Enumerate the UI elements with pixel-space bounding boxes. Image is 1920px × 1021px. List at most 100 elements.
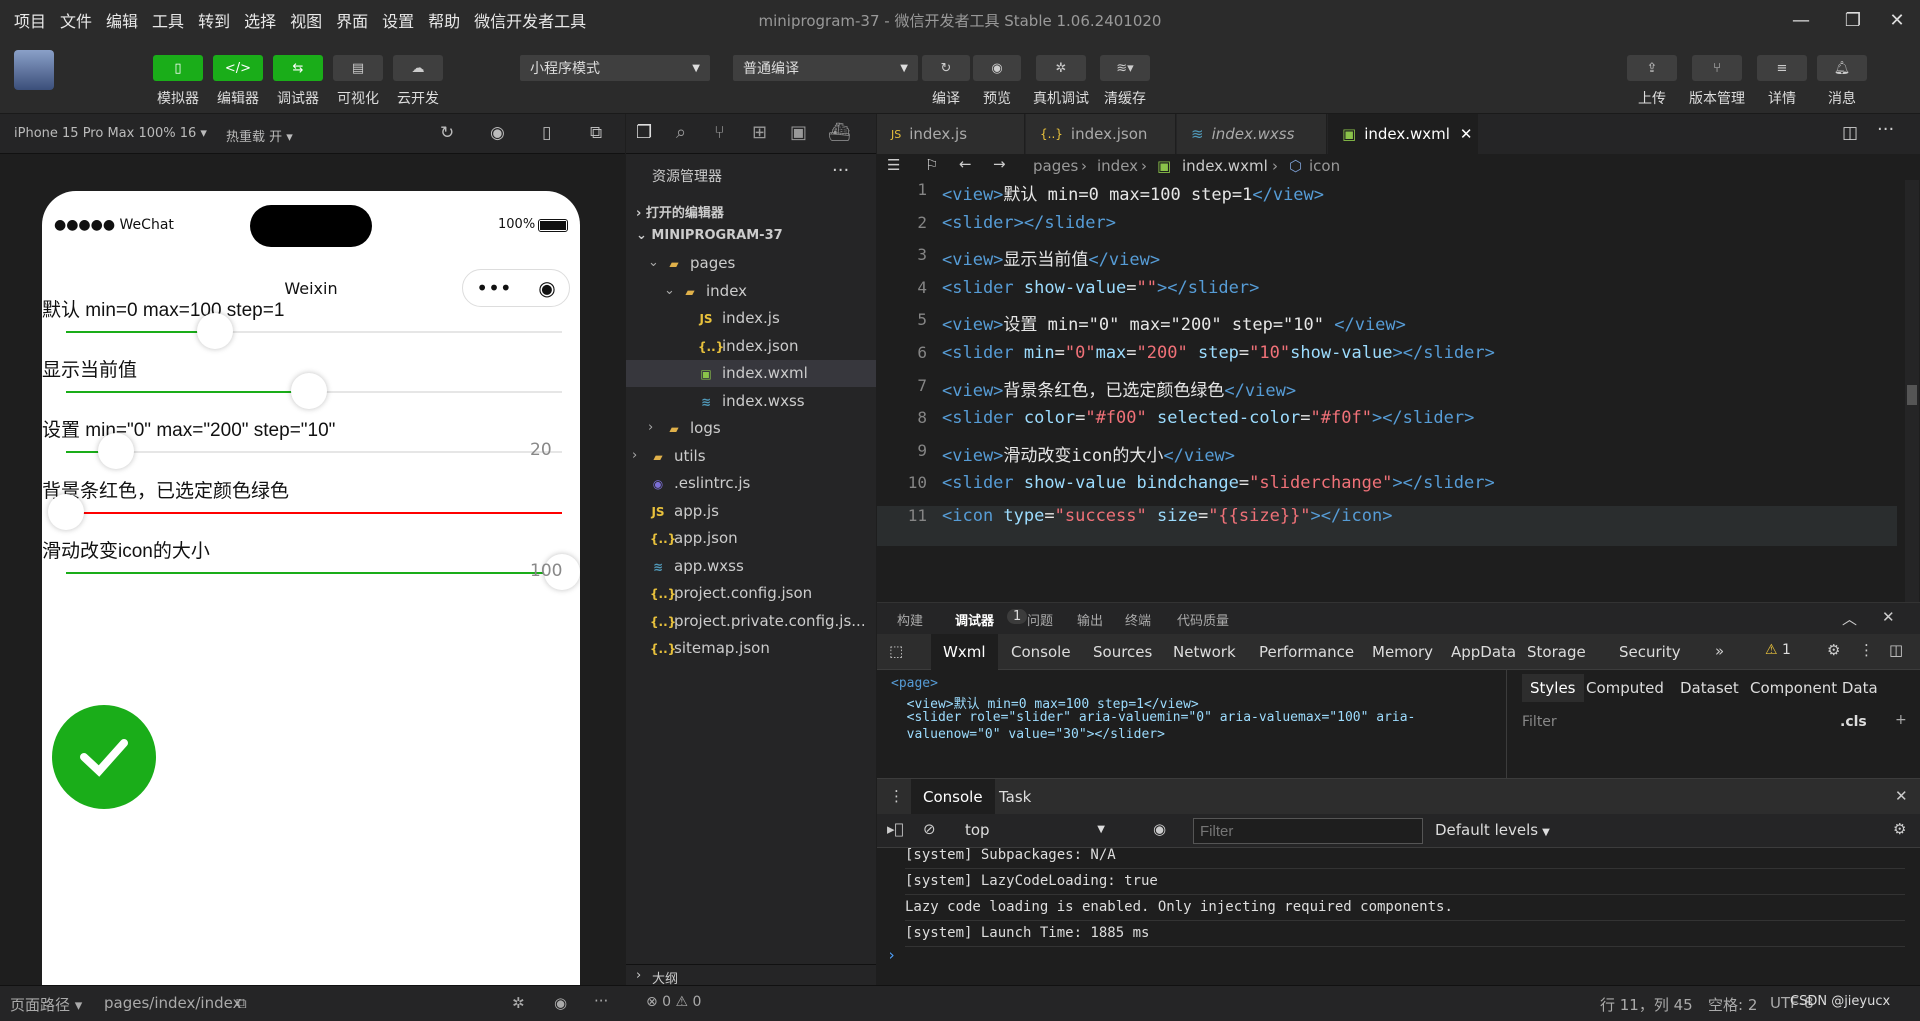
bookmark-icon[interactable]: ⚐ <box>925 156 938 174</box>
popout-icon[interactable]: ⧉ <box>590 123 602 143</box>
devtools-tab[interactable]: 调试器 <box>955 610 994 629</box>
mode-select[interactable]: 小程序模式 ▼ <box>520 55 710 81</box>
clear-cache-icon[interactable]: ≋▾ <box>1100 55 1150 81</box>
gear-icon[interactable]: ⚙ <box>1893 820 1906 838</box>
clear-console-icon[interactable]: ⊘ <box>923 820 936 838</box>
bug-icon[interactable]: ✲ <box>512 994 525 1012</box>
capsule-menu[interactable]: ••• ◉ <box>462 269 570 307</box>
preview-icon[interactable]: ◉ <box>973 55 1021 81</box>
compile-select[interactable]: 普通编译 ▼ <box>733 55 918 81</box>
close-icon[interactable]: ✕ <box>1882 608 1895 626</box>
version-icon[interactable]: ⑂ <box>1692 55 1742 81</box>
back-icon[interactable]: ← <box>959 155 972 173</box>
slider-track[interactable] <box>66 512 562 514</box>
panel-tab[interactable]: Security <box>1617 634 1683 670</box>
copy-icon[interactable]: ⧉ <box>236 994 247 1012</box>
page-path-select[interactable]: 页面路径 ▾ <box>10 994 82 1015</box>
panel-tab[interactable]: AppData <box>1449 634 1518 670</box>
tree-item[interactable]: {..}sitemap.json <box>650 639 770 657</box>
tree-item[interactable]: ▣ index.wxml <box>698 364 807 382</box>
tree-item[interactable]: ◉ .eslintrc.js <box>650 474 751 492</box>
slider-track[interactable] <box>66 451 562 453</box>
tree-item[interactable]: {..}app.json <box>650 529 738 547</box>
docker-icon[interactable]: ⛴ <box>828 122 851 143</box>
compile-icon[interactable]: ↻ <box>922 55 970 81</box>
tree-item[interactable]: {..}project.private.config.js... <box>650 612 866 630</box>
dock-icon[interactable]: ◫ <box>1889 641 1903 659</box>
close-tab-icon[interactable]: ✕ <box>1460 125 1473 143</box>
drawer-menu-icon[interactable]: ⋮ <box>889 787 904 805</box>
styles-filter-input[interactable]: Filter <box>1522 714 1557 730</box>
stop-icon[interactable]: ◉ <box>490 123 505 143</box>
search-icon[interactable]: ⌕ <box>676 122 686 143</box>
slider-thumb[interactable] <box>196 313 233 349</box>
visual-icon[interactable]: ▤ <box>333 55 383 81</box>
close-capsule-icon[interactable]: ◉ <box>538 276 555 300</box>
menu-item[interactable]: 文件 <box>60 8 92 32</box>
sidebar-toggle-icon[interactable]: ▸⃞ <box>887 820 904 838</box>
editor-icon[interactable]: </> <box>213 55 263 81</box>
refresh-icon[interactable]: ↻ <box>440 123 454 143</box>
open-editors-section[interactable]: › 打开的编辑器 <box>636 202 724 221</box>
panel-tab[interactable]: Wxml <box>931 634 998 670</box>
menu-item[interactable]: 微信开发者工具 <box>474 8 586 32</box>
crumb-pages[interactable]: pages <box>1033 157 1078 175</box>
menu-item[interactable]: 转到 <box>198 8 230 32</box>
maximize-button[interactable]: ❐ <box>1830 0 1876 40</box>
outline-section[interactable]: › 大纲 <box>626 964 876 987</box>
menu-item[interactable]: 选择 <box>244 8 276 32</box>
menu-item[interactable]: 工具 <box>152 8 184 32</box>
tree-item[interactable]: {..}project.config.json <box>650 584 812 602</box>
more-icon[interactable]: ••• <box>476 276 511 300</box>
project-section[interactable]: ⌄ MINIPROGRAM-37 <box>636 228 783 243</box>
warning-count[interactable]: ⚠ 1 <box>1765 642 1791 658</box>
editor-more-icon[interactable]: ··· <box>1877 119 1894 140</box>
tree-item[interactable]: JS app.js <box>650 502 719 520</box>
tab-index-wxml[interactable]: ▣ index.wxml ✕ <box>1328 114 1478 154</box>
menu-item[interactable]: 视图 <box>290 8 322 32</box>
crumb-index[interactable]: index <box>1097 157 1138 175</box>
files-icon[interactable]: ❐ <box>636 122 652 143</box>
minimize-button[interactable]: — <box>1778 0 1824 40</box>
devtools-tab[interactable]: 问题 <box>1027 610 1053 629</box>
indent-spaces[interactable]: 空格: 2 <box>1708 994 1757 1015</box>
cursor-position[interactable]: 行 11，列 45 <box>1600 994 1693 1015</box>
style-tab[interactable]: Dataset <box>1680 674 1739 702</box>
tree-item[interactable]: ▰ pages <box>666 254 735 272</box>
forward-icon[interactable]: → <box>993 155 1006 173</box>
tree-item[interactable]: JS index.js <box>698 309 779 327</box>
wxml-node[interactable]: <page> <box>891 676 938 691</box>
drawer-tab[interactable]: Console <box>911 779 995 815</box>
eye-icon[interactable]: ◉ <box>554 994 567 1012</box>
eye-icon[interactable]: ◉ <box>1153 820 1166 838</box>
style-tab[interactable]: Component Data <box>1750 674 1878 702</box>
status-more-icon[interactable]: ··· <box>594 992 608 1010</box>
style-tab[interactable]: Styles <box>1522 674 1584 702</box>
slider-thumb[interactable] <box>48 494 84 530</box>
panel-tab[interactable]: Performance <box>1257 634 1356 670</box>
extensions-icon[interactable]: ⊞ <box>752 122 767 143</box>
bell-icon[interactable]: 🔔︎ <box>1817 55 1867 81</box>
tree-item[interactable]: ≋ app.wxss <box>650 557 744 575</box>
menu-item[interactable]: 编辑 <box>106 8 138 32</box>
split-editor-icon[interactable]: ◫ <box>1842 123 1858 143</box>
close-drawer-icon[interactable]: ✕ <box>1895 787 1908 805</box>
collapse-icon[interactable]: ︿ <box>1842 608 1857 629</box>
problems-count[interactable]: ⊗ 0 ⚠ 0 <box>646 994 701 1010</box>
wxml-preview-icon[interactable]: ▣ <box>790 122 807 143</box>
explorer-more-icon[interactable]: ··· <box>832 160 849 181</box>
hot-reload-toggle[interactable]: 热重载 开 ▾ <box>226 126 293 145</box>
editor-scrollbar[interactable] <box>1905 180 1919 602</box>
device-select[interactable]: iPhone 15 Pro Max 100% 16 ▾ <box>14 126 207 141</box>
kebab-icon[interactable]: ⋮ <box>1859 641 1874 659</box>
menu-item[interactable]: 帮助 <box>428 8 460 32</box>
devtools-tab[interactable]: 终端 <box>1125 610 1151 629</box>
tree-item[interactable]: ▰ logs <box>666 419 720 437</box>
devtools-tab[interactable]: 代码质量 <box>1177 610 1229 629</box>
tab-index-json[interactable]: {..} index.json <box>1026 114 1176 154</box>
inspect-icon[interactable]: ⬚ <box>889 642 903 660</box>
tab-index-js[interactable]: JS index.js <box>877 114 1025 154</box>
console-filter-input[interactable] <box>1193 818 1423 844</box>
slider-thumb[interactable] <box>97 433 134 469</box>
panel-tab[interactable]: Memory <box>1370 634 1435 670</box>
